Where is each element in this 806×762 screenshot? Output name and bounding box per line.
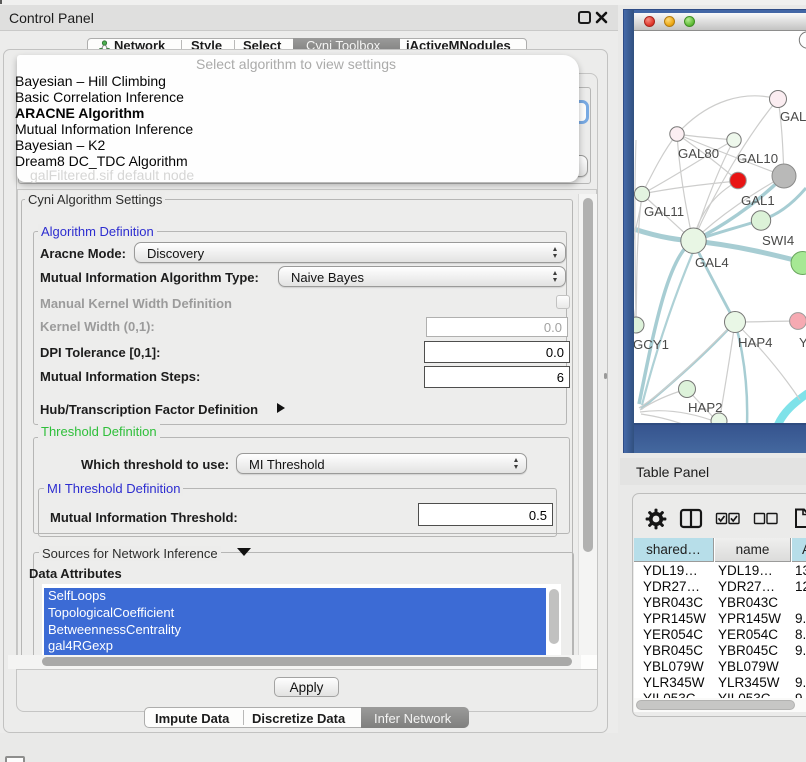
svg-text:GAL11: GAL11	[644, 204, 684, 219]
svg-text:SWI4: SWI4	[762, 233, 794, 248]
svg-text:GAL1: GAL1	[741, 193, 775, 208]
svg-text:GAL80: GAL80	[678, 146, 719, 161]
svg-text:HAP4: HAP4	[738, 335, 772, 350]
svg-text:HAP2: HAP2	[688, 400, 722, 415]
svg-text:GAL4: GAL4	[695, 255, 729, 270]
svg-text:GCY1: GCY1	[634, 337, 669, 352]
svg-text:GAL: GAL	[780, 109, 806, 124]
svg-text:Y: Y	[799, 335, 806, 350]
svg-text:GAL10: GAL10	[737, 151, 778, 166]
